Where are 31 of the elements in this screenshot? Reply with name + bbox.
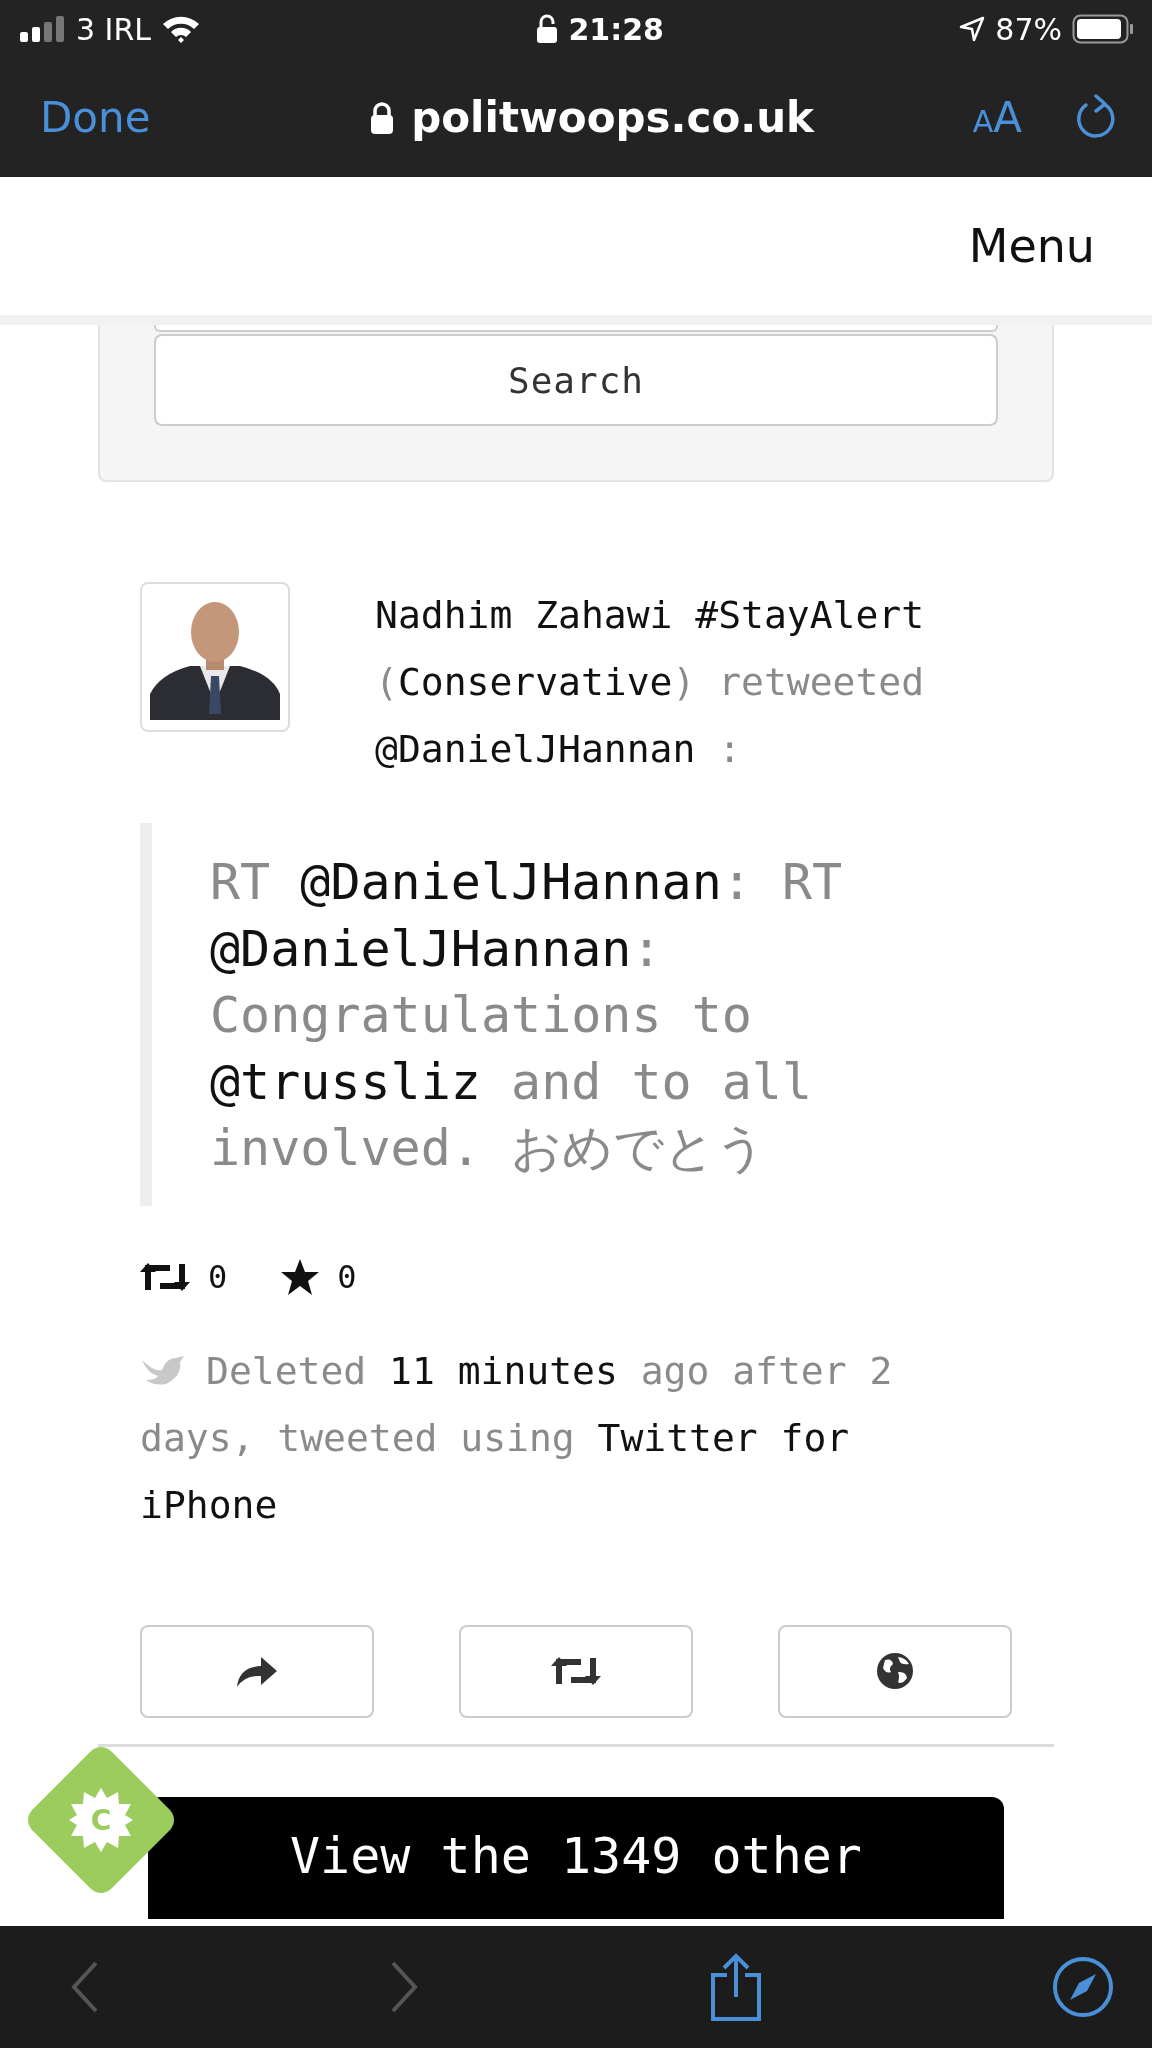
favorite-count: 0 [337,1257,357,1296]
location-icon [959,16,986,42]
star-icon [281,1258,320,1295]
share-icon[interactable] [708,1953,763,2021]
clock-time: 21:28 [568,11,664,47]
retweet-count: 0 [208,1257,228,1296]
deletion-info: Deleted 11 minutes ago after 2 days, tweeted using Twitter for iPhone [140,1347,894,1529]
retweet-button[interactable] [459,1624,693,1718]
url-text[interactable]: politwoops.co.uk [411,93,815,142]
search-field[interactable] [154,325,998,332]
web-button[interactable] [778,1624,1012,1718]
lock-icon [536,14,559,44]
compass-icon[interactable] [1052,1956,1114,2018]
tweet-byline: Nadhim Zahawi #StayAlert (Conservative) retweeted @DanielJHannan : [375,592,926,773]
battery-icon [1072,14,1134,44]
carrier-name: 3 IRL [76,11,152,47]
share-arrow-icon [237,1655,277,1687]
more-tweets-button[interactable]: View the 1349 other [148,1796,1004,1919]
globe-icon [876,1652,914,1690]
done-button[interactable]: Done [40,93,151,142]
menu-link[interactable]: Menu [968,219,1095,273]
tweet-text: RT @DanielJHannan: RT @DanielJHannan: Congratulations to @trussliz and to all involved. おめでとう [210,852,844,1179]
wifi-icon [161,14,202,44]
lock-icon [369,100,396,135]
seal-icon [69,1787,133,1852]
search-button[interactable]: Search [154,334,998,426]
bird-icon [140,1353,186,1386]
text-size-button[interactable]: AA [972,93,1022,142]
badge-letter: C [90,1803,112,1837]
signal-icon [20,16,66,42]
battery-percent: 87% [995,11,1062,47]
